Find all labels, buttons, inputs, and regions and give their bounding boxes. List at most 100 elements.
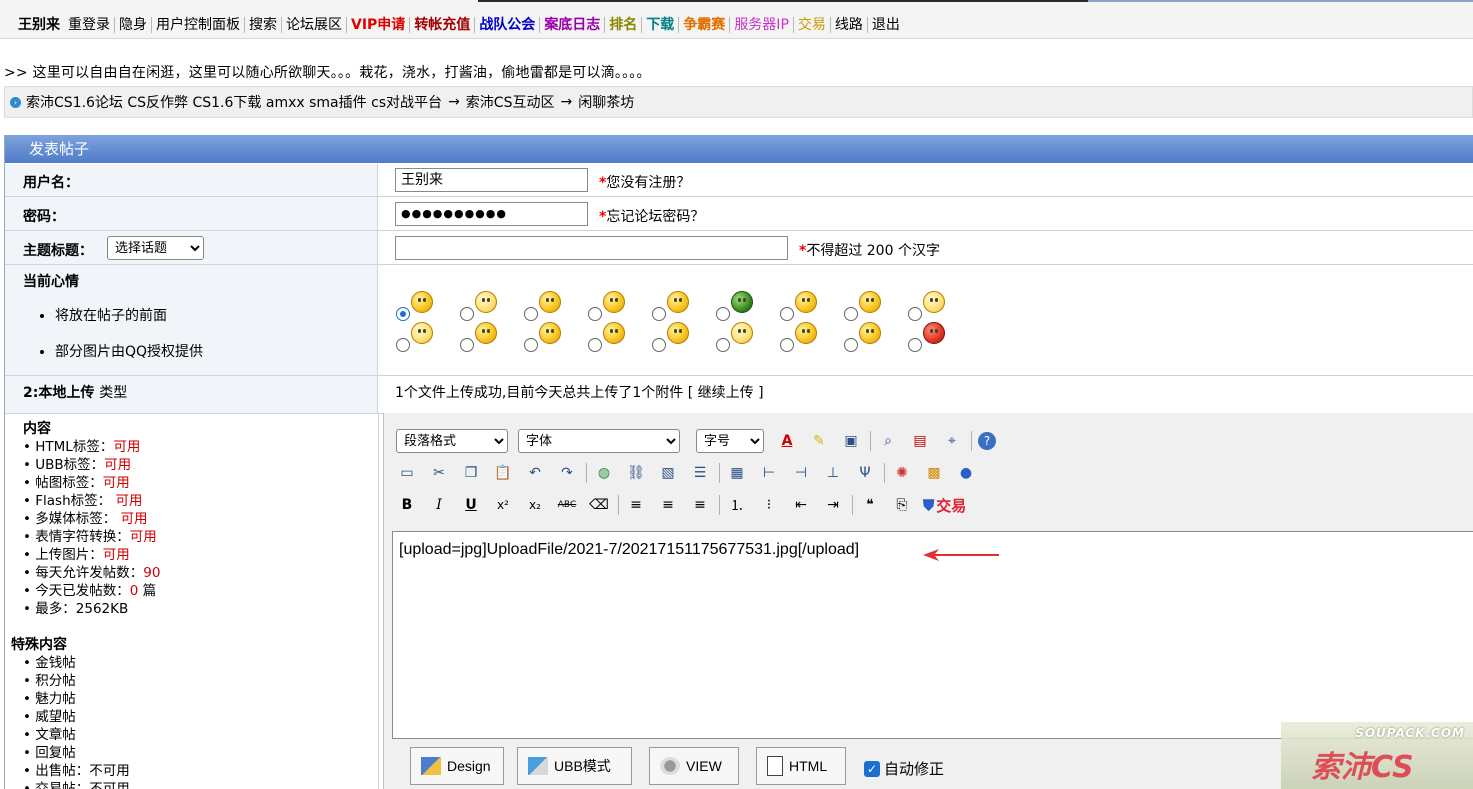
paste-icon[interactable]: 📋 <box>492 462 514 484</box>
username-hint[interactable]: *您没有注册？ <box>599 172 690 192</box>
nav-item[interactable]: 用户控制面板 <box>152 17 245 33</box>
ordered-list-icon[interactable]: ⒈ <box>726 494 748 516</box>
media-icon[interactable]: ✺ <box>891 462 913 484</box>
editor-content-area[interactable]: [upload=jpg]UploadFile/2021-7/2021715117… <box>392 531 1473 739</box>
nav-item[interactable]: 交易 <box>794 17 831 33</box>
mood-option[interactable] <box>652 291 716 321</box>
flash-icon[interactable]: ▩ <box>923 462 945 484</box>
mood-radio[interactable] <box>780 307 794 321</box>
indent-icon[interactable]: ⇥ <box>822 494 844 516</box>
align-center-icon[interactable]: ≡ <box>657 494 679 516</box>
view-mode-button[interactable]: VIEW <box>649 747 739 785</box>
breadcrumb-board-link[interactable]: 闲聊茶坊 <box>578 92 634 112</box>
design-mode-button[interactable]: Design <box>410 747 504 785</box>
mood-option[interactable] <box>844 291 908 321</box>
subject-input[interactable] <box>395 236 788 260</box>
help-icon[interactable]: ? <box>978 432 996 450</box>
mood-radio[interactable] <box>652 338 666 352</box>
mood-radio[interactable] <box>396 338 410 352</box>
mood-radio[interactable] <box>396 307 410 321</box>
mood-radio[interactable] <box>652 307 666 321</box>
upload-status[interactable]: 1个文件上传成功,目前今天总共上传了1个附件 [ 继续上传 ] <box>395 382 764 402</box>
mood-radio[interactable] <box>908 338 922 352</box>
nav-item[interactable]: 下载 <box>642 17 680 33</box>
mood-radio[interactable] <box>588 338 602 352</box>
nav-item[interactable]: 线路 <box>831 17 868 33</box>
align-left-icon[interactable]: ≡ <box>625 494 647 516</box>
subscript-icon[interactable]: x₂ <box>524 494 546 516</box>
underline-icon[interactable]: U <box>460 494 482 516</box>
nav-item[interactable]: 隐身 <box>115 17 152 33</box>
book-icon[interactable]: ▤ <box>909 430 931 452</box>
box-icon[interactable]: ▣ <box>840 430 862 452</box>
redo-icon[interactable]: ↷ <box>556 462 578 484</box>
autofix-checkbox[interactable]: ✓ 自动修正 <box>864 758 944 779</box>
undo-icon[interactable]: ↶ <box>524 462 546 484</box>
mood-radio[interactable] <box>588 307 602 321</box>
strikethrough-icon[interactable]: ABC <box>556 494 578 516</box>
ubb-mode-button[interactable]: UBB模式 <box>517 747 632 785</box>
italic-icon[interactable]: I <box>428 494 450 516</box>
nav-item[interactable]: 退出 <box>868 17 904 33</box>
mood-option[interactable] <box>844 322 908 352</box>
mood-option[interactable] <box>780 291 844 321</box>
cut-icon[interactable]: ✂ <box>428 462 450 484</box>
mood-radio[interactable] <box>844 307 858 321</box>
unordered-list-icon[interactable]: ⁝ <box>758 494 780 516</box>
nav-item[interactable]: 排名 <box>605 17 643 33</box>
code-icon[interactable]: ⎘ <box>891 494 913 516</box>
mood-radio[interactable] <box>716 307 730 321</box>
mood-option[interactable] <box>396 291 460 321</box>
mood-radio[interactable] <box>844 338 858 352</box>
quote-icon[interactable]: ❝ <box>859 494 881 516</box>
mood-radio[interactable] <box>524 338 538 352</box>
mood-option[interactable] <box>716 322 780 352</box>
eraser-icon[interactable]: ⌫ <box>588 494 610 516</box>
nav-item[interactable]: 搜索 <box>245 17 282 33</box>
mood-option[interactable] <box>460 322 524 352</box>
mood-option[interactable] <box>396 322 460 352</box>
bold-icon[interactable]: B <box>396 494 418 516</box>
mood-radio[interactable] <box>780 338 794 352</box>
nav-item[interactable]: 转帐充值 <box>410 17 476 33</box>
mood-option[interactable] <box>524 291 588 321</box>
search-replace-icon[interactable]: ⌖ <box>941 430 963 452</box>
split-icon[interactable]: Ψ <box>854 462 876 484</box>
breadcrumb-section-link[interactable]: 索沛CS互动区 <box>466 92 555 112</box>
mood-radio[interactable] <box>460 307 474 321</box>
nav-item[interactable]: 王别来 <box>14 17 64 33</box>
mood-radio[interactable] <box>716 338 730 352</box>
breadcrumb-site-link[interactable]: 索沛CS1.6论坛 CS反作弊 CS1.6下载 amxx sma插件 cs对战平… <box>26 92 442 112</box>
nav-item[interactable]: 重登录 <box>64 17 115 33</box>
insert-row-icon[interactable]: ⊢ <box>758 462 780 484</box>
mood-radio[interactable] <box>460 338 474 352</box>
mood-option[interactable] <box>908 322 972 352</box>
password-input[interactable]: ●●●●●●●●●● <box>395 202 588 226</box>
paragraph-format-select[interactable]: 段落格式 <box>396 429 508 453</box>
insert-col-icon[interactable]: ⊣ <box>790 462 812 484</box>
unlink-icon[interactable]: ⛓ <box>625 462 647 484</box>
find-icon[interactable]: ⌕ <box>877 430 899 452</box>
window-icon[interactable]: ▭ <box>396 462 418 484</box>
mood-option[interactable] <box>588 291 652 321</box>
nav-item[interactable]: 争霸赛 <box>679 17 731 33</box>
mood-option[interactable] <box>780 322 844 352</box>
html-mode-button[interactable]: HTML <box>756 747 846 785</box>
emoticon-icon[interactable]: ● <box>955 462 977 484</box>
font-select[interactable]: 字体 <box>518 429 680 453</box>
mood-radio[interactable] <box>908 307 922 321</box>
font-size-select[interactable]: 字号 <box>696 429 764 453</box>
mood-radio[interactable] <box>524 307 538 321</box>
table-icon[interactable]: ▦ <box>726 462 748 484</box>
hr-icon[interactable]: ☰ <box>689 462 711 484</box>
mood-option[interactable] <box>652 322 716 352</box>
copy-icon[interactable]: ❐ <box>460 462 482 484</box>
highlight-icon[interactable]: ✎ <box>808 430 830 452</box>
mood-option[interactable] <box>524 322 588 352</box>
mood-option[interactable] <box>588 322 652 352</box>
outdent-icon[interactable]: ⇤ <box>790 494 812 516</box>
text-color-icon[interactable]: A <box>776 430 798 452</box>
topic-select[interactable]: 选择话题 <box>107 236 204 260</box>
mood-option[interactable] <box>460 291 524 321</box>
align-right-icon[interactable]: ≡ <box>689 494 711 516</box>
